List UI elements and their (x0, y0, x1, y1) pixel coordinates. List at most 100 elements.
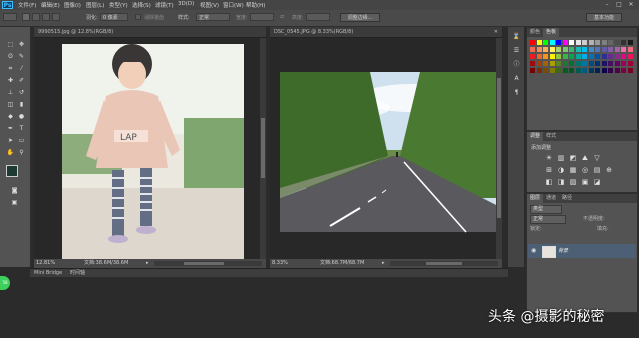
color-swatch[interactable] (530, 54, 535, 59)
color-swatch[interactable] (582, 47, 587, 52)
menu-layer[interactable]: 图层(L) (86, 1, 104, 9)
quick-mask-icon[interactable]: ◙ (10, 187, 19, 195)
color-swatch[interactable] (549, 40, 555, 45)
color-swatch[interactable] (562, 40, 568, 45)
color-swatch[interactable] (562, 68, 568, 73)
invert-icon[interactable]: ◧ (545, 178, 553, 186)
foreground-color-swatch[interactable] (6, 165, 18, 177)
color-swatch[interactable] (627, 61, 633, 66)
color-swatch[interactable] (614, 40, 620, 45)
clone-stamp-icon[interactable]: ⊥ (6, 89, 15, 97)
mini-bridge-tab[interactable]: Mini Bridge (34, 269, 62, 277)
crop-tool-icon[interactable]: ⌗ (6, 65, 15, 73)
doc1-vertical-scrollbar[interactable] (260, 38, 266, 259)
maximize-icon[interactable]: □ (614, 1, 624, 8)
tab-channels[interactable]: 通道 (543, 195, 559, 201)
doc2-canvas-area[interactable] (270, 38, 502, 259)
tab-paths[interactable]: 路径 (559, 195, 575, 201)
color-swatch[interactable] (588, 54, 594, 59)
history-panel-icon[interactable]: ⌛ (512, 33, 521, 41)
curves-adjust-icon[interactable]: ◩ (569, 154, 577, 162)
color-swatch[interactable] (608, 40, 613, 45)
color-swatch[interactable] (543, 61, 548, 66)
history-brush-icon[interactable]: ↺ (17, 89, 26, 97)
color-swatch[interactable] (608, 47, 613, 52)
zoom-tool-icon[interactable]: ⚲ (17, 149, 26, 157)
tab-swatches[interactable]: 色板 (543, 28, 560, 37)
color-swatch[interactable] (608, 68, 613, 73)
color-swatch[interactable] (595, 40, 600, 45)
photo-filter-icon[interactable]: ◎ (581, 166, 589, 174)
threshold-icon[interactable]: ▨ (569, 178, 577, 186)
color-swatch[interactable] (614, 54, 620, 59)
menu-view[interactable]: 视图(V) (200, 1, 219, 9)
exposure-adjust-icon[interactable]: ⛰ (581, 154, 589, 162)
doc2-zoom[interactable]: 8.33% (272, 259, 288, 268)
color-swatch[interactable] (549, 47, 555, 52)
color-swatch[interactable] (614, 68, 620, 73)
posterize-icon[interactable]: ◨ (557, 178, 565, 186)
color-lookup-icon[interactable]: ⊕ (605, 166, 613, 174)
doc2-close-icon[interactable]: ✕ (494, 27, 498, 37)
color-swatch[interactable] (562, 54, 568, 59)
menu-edit[interactable]: 编辑(E) (41, 1, 60, 9)
eraser-tool-icon[interactable]: ◫ (6, 101, 15, 109)
layer-row-background[interactable]: ◉ 背景 (528, 244, 636, 258)
levels-adjust-icon[interactable]: ▥ (557, 154, 565, 162)
color-swatch[interactable] (556, 54, 561, 59)
move-tool-icon[interactable]: ✥ (17, 41, 26, 49)
color-swatch[interactable] (575, 68, 581, 73)
doc2-tab[interactable]: DSC_0545.JPG @ 8.33%(RGB/8) ✕ (270, 27, 502, 38)
feather-input[interactable]: 0 像素 (100, 13, 128, 21)
color-swatch[interactable] (614, 47, 620, 52)
doc1-zoom[interactable]: 12.81% (36, 259, 55, 268)
hue-saturation-icon[interactable]: ⊞ (545, 166, 553, 174)
color-swatch[interactable] (627, 47, 633, 52)
tab-layers[interactable]: 图层 (527, 194, 544, 203)
properties-panel-icon[interactable]: ☰ (512, 47, 521, 55)
color-swatch[interactable] (621, 61, 626, 66)
quick-select-icon[interactable]: ✎ (17, 53, 26, 61)
brush-tool-icon[interactable]: ✐ (17, 77, 26, 85)
workspace-select[interactable]: 基本功能 (586, 13, 622, 22)
gradient-map-icon[interactable]: ▣ (581, 178, 589, 186)
doc1-canvas-area[interactable]: LAP (34, 38, 266, 259)
color-swatch[interactable] (601, 40, 607, 45)
width-input[interactable] (250, 13, 274, 21)
color-swatch[interactable] (575, 61, 581, 66)
color-swatch[interactable] (569, 47, 574, 52)
style-select[interactable]: 正常 (196, 13, 230, 21)
color-swatch[interactable] (530, 68, 535, 73)
color-swatch[interactable] (627, 54, 633, 59)
tab-color[interactable]: 颜色 (527, 29, 543, 35)
side-floating-badge[interactable]: 58 (0, 276, 10, 290)
color-swatch[interactable] (536, 68, 542, 73)
menu-window[interactable]: 窗口(W) (223, 1, 244, 9)
color-swatch[interactable] (569, 40, 574, 45)
color-swatch[interactable] (543, 54, 548, 59)
antialias-checkbox[interactable] (135, 14, 141, 20)
paragraph-panel-icon[interactable]: ¶ (512, 89, 521, 97)
color-swatch[interactable] (595, 54, 600, 59)
menu-3d[interactable]: 3D(D) (178, 1, 194, 7)
color-swatch[interactable] (575, 47, 581, 52)
color-swatch[interactable] (588, 68, 594, 73)
color-swatch[interactable] (608, 61, 613, 66)
doc2-horizontal-scrollbar[interactable] (390, 261, 498, 266)
pen-tool-icon[interactable]: ✒ (6, 125, 15, 133)
height-input[interactable] (306, 13, 330, 21)
blend-mode-select[interactable]: 正常 (530, 215, 566, 224)
tab-styles[interactable]: 样式 (543, 133, 559, 139)
color-swatch[interactable] (562, 47, 568, 52)
vibrance-adjust-icon[interactable]: ▽ (593, 154, 601, 162)
subtract-selection-icon[interactable] (42, 13, 50, 21)
channel-mixer-icon[interactable]: ▤ (593, 166, 601, 174)
marquee-tool-icon[interactable]: ⬚ (6, 41, 15, 49)
tab-adjustments[interactable]: 调整 (527, 132, 544, 141)
color-swatch[interactable] (582, 54, 587, 59)
color-swatch[interactable] (601, 54, 607, 59)
color-swatch[interactable] (627, 40, 633, 45)
color-swatch[interactable] (556, 40, 561, 45)
screen-mode-icon[interactable]: ▣ (10, 199, 19, 207)
black-white-icon[interactable]: ▦ (569, 166, 577, 174)
